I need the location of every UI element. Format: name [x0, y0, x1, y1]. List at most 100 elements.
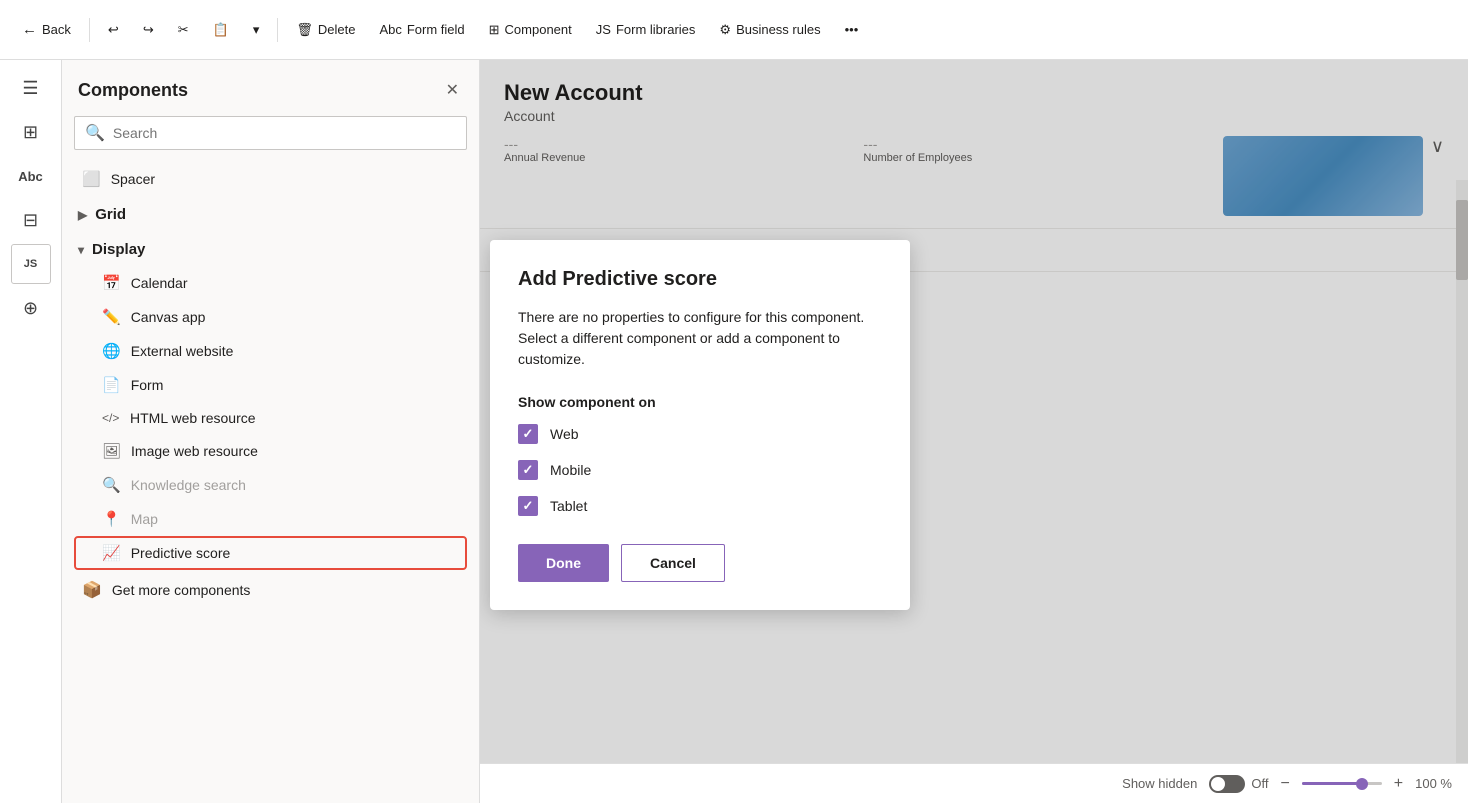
form-icon: 📄: [102, 376, 121, 394]
tablet-checkbox[interactable]: ✓: [518, 496, 538, 516]
rail-menu-icon[interactable]: ☰: [11, 68, 51, 108]
minus-icon[interactable]: −: [1280, 775, 1289, 793]
business-rules-button[interactable]: ⚙ Business rules: [709, 16, 830, 44]
spacer-item[interactable]: ⬜ Spacer: [74, 162, 467, 196]
display-section-header[interactable]: ▾ Display: [74, 231, 467, 266]
search-input[interactable]: [113, 125, 456, 141]
mobile-checkbox-row: ✓ Mobile: [518, 460, 882, 480]
undo-icon: ↩: [108, 22, 119, 38]
checkmark-icon: ✓: [523, 426, 534, 442]
cut-icon: ✂: [178, 22, 189, 38]
form-libraries-button[interactable]: JS Form libraries: [586, 16, 706, 43]
more-icon: •••: [845, 22, 859, 37]
panel-content: ⬜ Spacer ▶ Grid ▾ Display 📅 Calendar ✏️ …: [62, 162, 479, 803]
delete-button[interactable]: 🗑 Delete: [286, 16, 365, 44]
calendar-icon: 📅: [102, 274, 121, 292]
knowledge-search-icon: 🔍: [102, 476, 121, 494]
rail-layers-icon[interactable]: ⊟: [11, 200, 51, 240]
canvas-app-icon: ✏️: [102, 308, 121, 326]
dropdown-button[interactable]: ▾: [243, 16, 270, 44]
predictive-score-icon: 📈: [102, 544, 121, 562]
chevron-right-icon: ▶: [78, 208, 87, 222]
main-layout: ☰ ⊞ Abc ⊟ JS ⊕ Components ✕ 🔍 ⬜ Spacer ▶: [0, 60, 1468, 803]
add-predictive-score-modal: Add Predictive score There are no proper…: [490, 240, 910, 610]
map-icon: 📍: [102, 510, 121, 528]
paste-button[interactable]: 📋: [203, 16, 239, 44]
globe-icon: 🌐: [102, 342, 121, 360]
back-icon: ←: [22, 21, 37, 38]
html-icon: </>: [102, 411, 120, 425]
slider-fill: [1302, 782, 1358, 785]
component-icon: ⊞: [489, 22, 500, 38]
rail-network-icon[interactable]: ⊕: [11, 288, 51, 328]
show-hidden-label: Show hidden: [1122, 776, 1197, 791]
checkmark-icon-2: ✓: [523, 462, 534, 478]
divider-1: [89, 18, 90, 42]
form-item[interactable]: 📄 Form: [74, 368, 467, 402]
plus-icon[interactable]: +: [1394, 775, 1403, 793]
business-rules-icon: ⚙: [719, 22, 731, 38]
left-rail: ☰ ⊞ Abc ⊟ JS ⊕: [0, 60, 62, 803]
redo-icon: ↪: [143, 22, 154, 38]
form-libraries-icon: JS: [596, 22, 611, 37]
tablet-checkbox-row: ✓ Tablet: [518, 496, 882, 516]
calendar-item[interactable]: 📅 Calendar: [74, 266, 467, 300]
image-web-resource-item[interactable]: 🖼 Image web resource: [74, 434, 467, 468]
toggle-container: Off: [1209, 775, 1268, 793]
grid-section-header[interactable]: ▶ Grid: [74, 196, 467, 231]
html-web-resource-item[interactable]: </> HTML web resource: [74, 402, 467, 434]
get-more-components-item[interactable]: 📦 Get more components: [74, 570, 467, 610]
panel-title: Components: [78, 80, 188, 101]
panel-header: Components ✕: [62, 60, 479, 116]
undo-button[interactable]: ↩: [98, 16, 129, 44]
redo-button[interactable]: ↪: [133, 16, 164, 44]
form-field-icon: Abc: [379, 22, 401, 37]
back-button[interactable]: ← Back: [12, 15, 81, 44]
cut-button[interactable]: ✂: [168, 16, 199, 44]
modal-description: There are no properties to configure for…: [518, 307, 882, 370]
tablet-label: Tablet: [550, 498, 587, 514]
show-hidden-toggle[interactable]: [1209, 775, 1245, 793]
checkmark-icon-3: ✓: [523, 498, 534, 514]
slider-thumb[interactable]: [1356, 778, 1368, 790]
external-website-item[interactable]: 🌐 External website: [74, 334, 467, 368]
modal-overlay: Add Predictive score There are no proper…: [480, 60, 1468, 803]
show-component-label: Show component on: [518, 394, 882, 410]
search-icon: 🔍: [85, 123, 105, 143]
predictive-score-item[interactable]: 📈 Predictive score: [74, 536, 467, 570]
search-box: 🔍: [74, 116, 467, 150]
chevron-down-icon: ▾: [253, 22, 260, 38]
chevron-down-icon: ▾: [78, 243, 84, 257]
rail-grid-icon[interactable]: ⊞: [11, 112, 51, 152]
form-field-button[interactable]: Abc Form field: [369, 16, 474, 43]
toggle-knob: [1211, 777, 1225, 791]
web-checkbox-row: ✓ Web: [518, 424, 882, 444]
rail-text-icon[interactable]: Abc: [11, 156, 51, 196]
web-label: Web: [550, 426, 579, 442]
mobile-label: Mobile: [550, 462, 591, 478]
spacer-icon: ⬜: [82, 170, 101, 188]
paste-icon: 📋: [213, 22, 229, 38]
component-button[interactable]: ⊞ Component: [479, 16, 582, 44]
components-panel: Components ✕ 🔍 ⬜ Spacer ▶ Grid ▾ Dis: [62, 60, 480, 803]
content-area: New Account Account --- Annual Revenue -…: [480, 60, 1468, 803]
rail-js-icon[interactable]: JS: [11, 244, 51, 284]
web-checkbox[interactable]: ✓: [518, 424, 538, 444]
more-button[interactable]: •••: [835, 16, 869, 43]
toggle-off-label: Off: [1251, 776, 1268, 791]
canvas-app-item[interactable]: ✏️ Canvas app: [74, 300, 467, 334]
close-panel-button[interactable]: ✕: [442, 76, 463, 104]
delete-icon: 🗑: [296, 22, 313, 38]
done-button[interactable]: Done: [518, 544, 609, 582]
close-icon: ✕: [446, 82, 459, 99]
zoom-label: 100 %: [1415, 776, 1452, 791]
slider-track[interactable]: [1302, 782, 1382, 785]
map-item[interactable]: 📍 Map: [74, 502, 467, 536]
toolbar: ← Back ↩ ↪ ✂ 📋 ▾ 🗑 Delete Abc Form field…: [0, 0, 1468, 60]
mobile-checkbox[interactable]: ✓: [518, 460, 538, 480]
cancel-button[interactable]: Cancel: [621, 544, 725, 582]
modal-actions: Done Cancel: [518, 544, 882, 582]
get-more-icon: 📦: [82, 580, 102, 600]
knowledge-search-item[interactable]: 🔍 Knowledge search: [74, 468, 467, 502]
image-icon: 🖼: [102, 442, 121, 460]
